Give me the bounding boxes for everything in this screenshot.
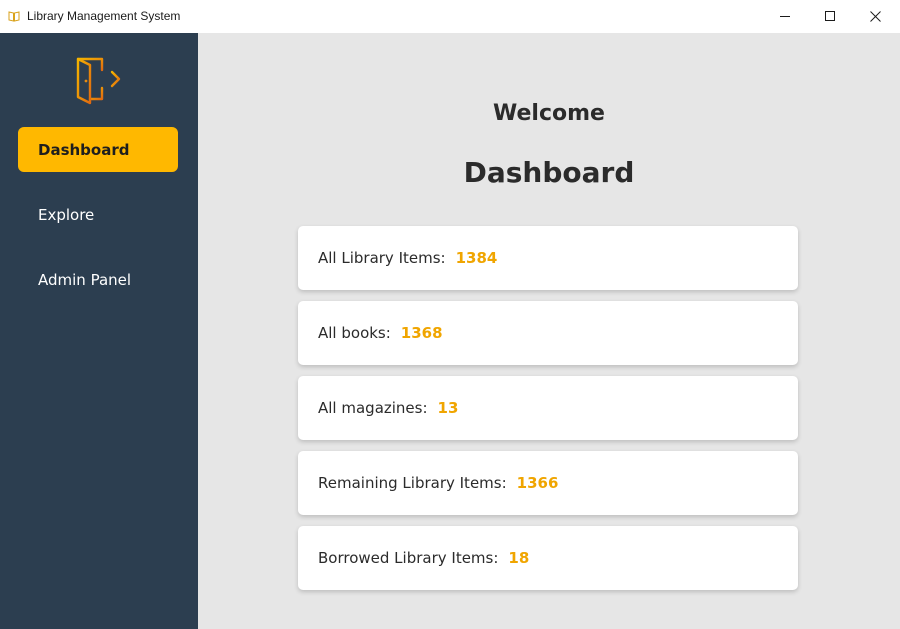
stat-card-borrowed-library-items: Borrowed Library Items: 18: [298, 526, 798, 590]
stat-value: 13: [437, 399, 459, 417]
maximize-button[interactable]: [807, 0, 853, 33]
minimize-icon: [779, 16, 790, 17]
window-title: Library Management System: [27, 9, 181, 23]
title-bar: Library Management System: [0, 0, 900, 33]
stat-value: 18: [508, 549, 530, 567]
page-title: Dashboard: [463, 156, 635, 189]
stat-value: 1368: [400, 324, 443, 342]
sidebar: Dashboard Explore Admin Panel: [0, 33, 198, 629]
stat-label: Borrowed Library Items:: [318, 549, 499, 567]
sidebar-item-admin-panel[interactable]: Admin Panel: [18, 257, 178, 302]
close-button[interactable]: [852, 0, 898, 33]
stat-label: All magazines:: [318, 399, 428, 417]
sidebar-item-label: Dashboard: [38, 140, 130, 159]
minimize-button[interactable]: [762, 0, 808, 33]
sidebar-item-explore[interactable]: Explore: [18, 192, 178, 237]
close-icon: [869, 11, 881, 22]
welcome-heading: Welcome: [493, 101, 605, 126]
sidebar-item-label: Admin Panel: [38, 270, 132, 289]
stat-value: 1384: [455, 249, 498, 267]
sidebar-item-label: Explore: [38, 205, 95, 224]
stat-card-all-library-items: All Library Items: 1384: [298, 226, 798, 290]
main-content: Welcome Dashboard All Library Items: 138…: [198, 33, 900, 629]
stat-card-all-books: All books: 1368: [298, 301, 798, 365]
stat-label: All books:: [318, 324, 391, 342]
logout-door-icon[interactable]: [74, 55, 124, 105]
stat-label: Remaining Library Items:: [318, 474, 507, 492]
book-icon: [8, 11, 20, 22]
app-window: Library Management System Dashboard Expl…: [0, 0, 900, 629]
maximize-icon: [824, 11, 835, 21]
stat-label: All Library Items:: [318, 249, 446, 267]
stat-card-all-magazines: All magazines: 13: [298, 376, 798, 440]
sidebar-item-dashboard[interactable]: Dashboard: [18, 127, 178, 172]
stat-value: 1366: [516, 474, 559, 492]
stat-card-remaining-library-items: Remaining Library Items: 1366: [298, 451, 798, 515]
